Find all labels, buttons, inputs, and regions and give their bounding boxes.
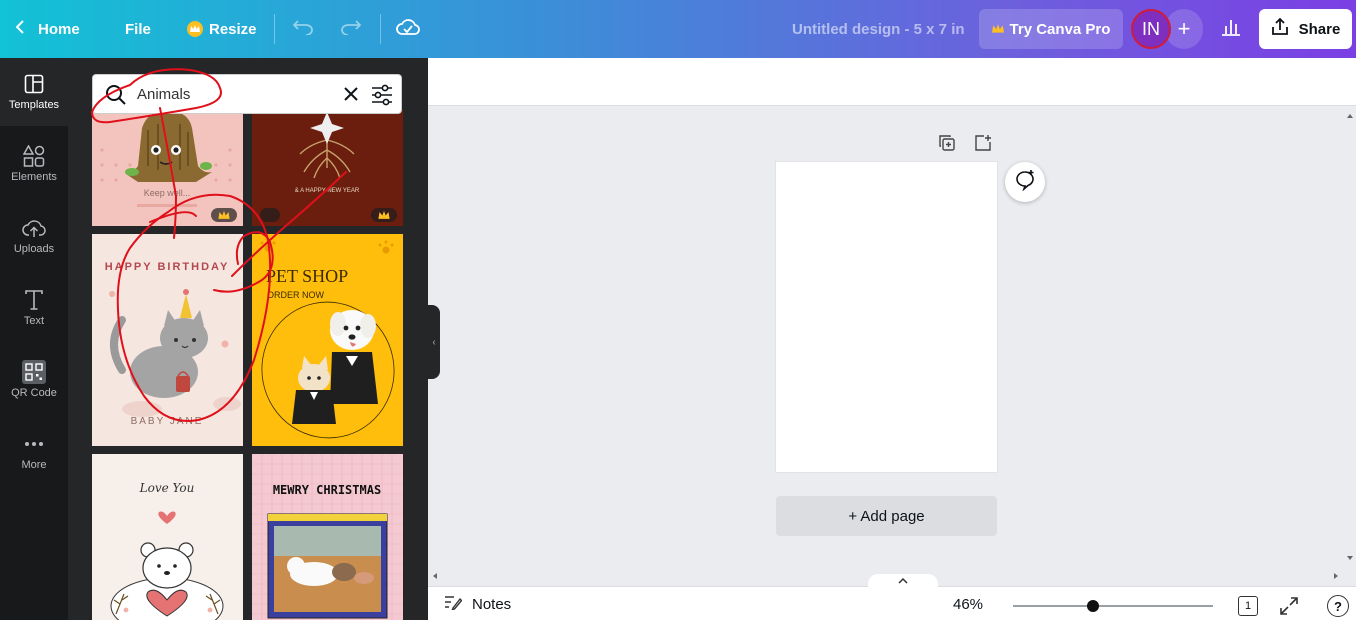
rail-label: Templates <box>8 99 60 111</box>
template-caption: Keep well... <box>144 188 191 198</box>
document-title[interactable]: Untitled design - 5 x 7 in <box>792 0 965 58</box>
template-card[interactable]: PET SHOP ORDER NOW <box>252 234 403 446</box>
premium-crown-icon <box>371 208 397 222</box>
rail-label: Uploads <box>13 243 55 255</box>
zoom-slider-handle[interactable] <box>1087 600 1099 612</box>
template-title: MEWRY CHRISTMAS <box>273 483 381 497</box>
try-pro-label: Try Canva Pro <box>1009 20 1111 38</box>
undo-button[interactable] <box>292 0 314 58</box>
premium-crown-icon <box>211 208 237 222</box>
love-bear-illustration: Love You <box>110 481 224 620</box>
zoom-percentage[interactable]: 46% <box>945 596 991 613</box>
add-comment-button[interactable] <box>1005 162 1045 202</box>
show-pages-button[interactable] <box>868 574 938 588</box>
top-bar: Home File Resize Untitled design - 5 x 7… <box>0 0 1356 58</box>
collapse-panel-button[interactable]: ‹ <box>428 305 440 379</box>
notes-pen-icon <box>444 594 472 614</box>
birthday-cat-illustration: HAPPY BIRTHDAY BABY JANE <box>105 261 241 427</box>
duplicate-page-icon[interactable] <box>938 134 956 157</box>
undo-icon <box>292 19 314 39</box>
insights-button[interactable] <box>1210 9 1252 49</box>
footer-bar <box>428 586 1356 620</box>
home-button[interactable]: Home <box>15 0 80 58</box>
notes-button[interactable]: Notes <box>444 594 511 614</box>
rail-label: Elements <box>11 171 57 183</box>
template-title: Love You <box>139 481 195 495</box>
close-icon[interactable] <box>341 84 361 109</box>
divider <box>274 14 275 44</box>
divider <box>380 14 381 44</box>
notes-label: Notes <box>472 595 512 613</box>
vertical-scrollbar[interactable] <box>1344 106 1356 568</box>
design-page[interactable] <box>776 162 997 472</box>
zoom-slider-track[interactable] <box>1013 605 1213 607</box>
rail-item-text[interactable]: Text <box>0 274 68 342</box>
more-dots-icon <box>24 433 44 455</box>
template-subtitle: BABY JANE <box>131 416 204 427</box>
crown-icon <box>187 21 203 37</box>
redo-icon <box>340 19 362 39</box>
template-card[interactable]: HAPPY BIRTHDAY BABY JANE <box>92 234 243 446</box>
template-card[interactable]: Keep well... <box>92 110 243 226</box>
rail-label: QR Code <box>11 387 57 399</box>
share-label: Share <box>1298 20 1341 38</box>
try-canva-pro-button[interactable]: Try Canva Pro <box>979 9 1123 49</box>
template-title: HAPPY BIRTHDAY <box>105 261 230 273</box>
template-card[interactable]: & A HAPPY NEW YEAR <box>252 110 403 226</box>
bar-chart-icon <box>1221 18 1241 41</box>
rail-item-templates[interactable]: Templates <box>0 58 68 126</box>
share-button[interactable]: Share <box>1259 9 1352 49</box>
search-icon <box>105 84 127 111</box>
qr-code-icon <box>22 360 46 384</box>
add-page-button[interactable]: + Add page <box>776 496 997 536</box>
home-label: Home <box>38 20 80 38</box>
rail-item-qr-code[interactable]: QR Code <box>0 346 68 414</box>
christmas-cat-illustration: MEWRY CHRISTMAS <box>252 454 403 620</box>
help-icon[interactable]: ? <box>1327 595 1349 617</box>
fullscreen-icon[interactable] <box>1279 596 1299 620</box>
template-search-box <box>92 74 402 114</box>
templates-icon <box>24 73 44 95</box>
side-rail: Templates Elements Uploads Text QR Code … <box>0 58 68 620</box>
pet-shop-illustration: PET SHOP ORDER NOW <box>260 238 395 439</box>
chevron-left-icon <box>15 20 24 38</box>
template-card[interactable]: Love You <box>92 454 243 620</box>
rail-item-more[interactable]: More <box>0 418 68 486</box>
file-menu-button[interactable]: File <box>125 0 151 58</box>
crown-icon <box>991 21 1004 38</box>
page-count-button[interactable]: 1 <box>1238 596 1258 616</box>
comment-add-icon <box>1014 169 1036 196</box>
upload-cloud-icon <box>22 217 46 239</box>
play-badge <box>260 208 280 222</box>
search-input[interactable] <box>137 83 327 105</box>
redo-button[interactable] <box>340 0 362 58</box>
template-title: PET SHOP <box>266 266 348 286</box>
filter-sliders-icon[interactable] <box>371 84 393 111</box>
elements-icon <box>23 145 45 167</box>
template-caption: & A HAPPY NEW YEAR <box>295 188 360 194</box>
avatar[interactable]: IN <box>1131 9 1171 49</box>
rail-label: More <box>21 459 47 471</box>
template-subtitle: ORDER NOW <box>267 290 325 300</box>
text-icon <box>25 289 43 311</box>
chevron-up-icon <box>898 576 908 587</box>
rail-item-elements[interactable]: Elements <box>0 130 68 198</box>
template-card[interactable]: MEWRY CHRISTMAS <box>252 454 403 620</box>
rail-item-uploads[interactable]: Uploads <box>0 202 68 270</box>
cloud-save-button[interactable] <box>396 0 420 58</box>
plus-icon: + <box>1177 16 1191 41</box>
context-toolbar <box>428 58 1356 106</box>
file-label: File <box>125 20 151 38</box>
chevron-left-icon: ‹ <box>432 336 436 348</box>
share-upload-icon <box>1271 17 1299 40</box>
templates-panel: Keep well... & A HAPPY NEW YEAR HAPPY BI… <box>68 58 428 620</box>
add-page-icon[interactable] <box>974 134 992 157</box>
resize-button[interactable]: Resize <box>187 0 257 58</box>
rail-label: Text <box>23 315 45 327</box>
resize-label: Resize <box>209 20 257 38</box>
cloud-check-icon <box>396 18 420 40</box>
